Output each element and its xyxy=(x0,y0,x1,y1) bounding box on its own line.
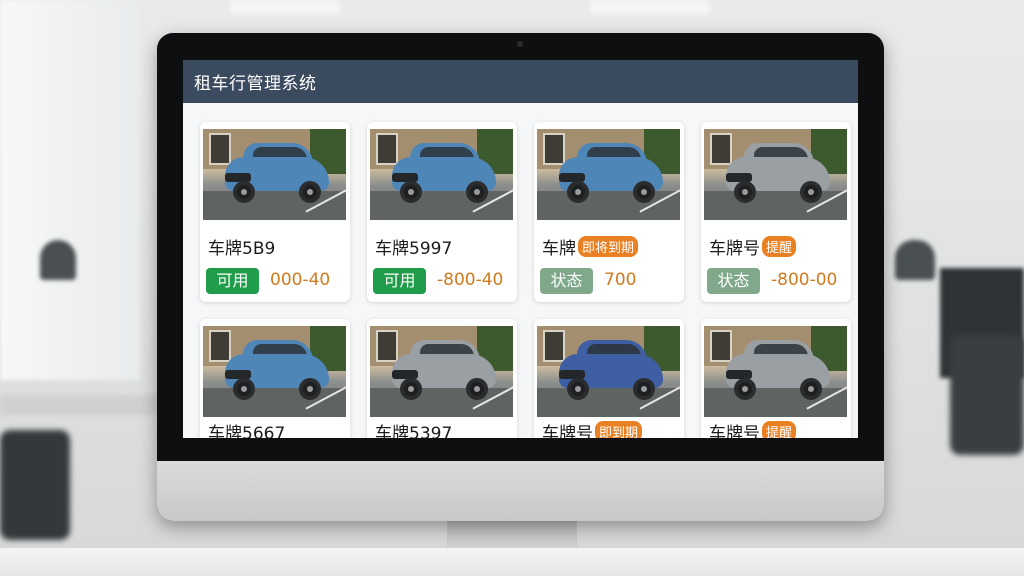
reminder-tag: 提醒 xyxy=(762,421,797,438)
status-badge: 状态 xyxy=(540,268,593,294)
car-card[interactable]: 车牌号 提醒 xyxy=(701,319,851,438)
ceiling-light xyxy=(230,0,340,14)
car-photo xyxy=(704,129,847,220)
table-surface xyxy=(0,548,1024,576)
car-photo xyxy=(537,129,680,220)
plate-number: 车牌5397 xyxy=(375,424,453,438)
car-photo xyxy=(704,326,847,417)
plate-number: 车牌5997 xyxy=(375,239,453,259)
car-grid: 车牌5B9 可用 000-40 车牌5997 可用 -800-40 车牌 即将到… xyxy=(183,103,858,438)
plate-number: 车牌 即将到期 xyxy=(542,234,639,259)
background-desk xyxy=(0,395,160,415)
webcam xyxy=(517,41,523,47)
price-text: 000-40 xyxy=(270,270,331,290)
car-card[interactable]: 车牌5997 可用 -800-40 xyxy=(367,122,517,302)
expiry-tag: 即到期 xyxy=(595,421,643,438)
price-text: -800-40 xyxy=(437,270,504,290)
car-card[interactable]: 车牌 即将到期 状态 700 xyxy=(534,122,684,302)
car-photo xyxy=(203,326,346,417)
car-card[interactable]: 车牌5B9 可用 000-40 xyxy=(200,122,350,302)
plate-number: 车牌5667 xyxy=(208,424,286,438)
car-card[interactable]: 车牌号 即到期 xyxy=(534,319,684,438)
monitor-chin xyxy=(157,461,884,521)
status-badge: 状态 xyxy=(707,268,760,294)
desk-lamp-left xyxy=(40,240,76,280)
reminder-tag: 提醒 xyxy=(762,236,797,257)
monitor: 租车行管理系统 车牌5B9 可用 000-40 车牌5997 可用 -800-4… xyxy=(157,33,884,521)
office-chair-right xyxy=(950,335,1024,455)
car-photo xyxy=(203,129,346,220)
plate-number: 车牌号 提醒 xyxy=(709,419,797,438)
app-header: 租车行管理系统 xyxy=(183,60,858,103)
status-badge: 可用 xyxy=(206,268,259,294)
desk-lamp-right xyxy=(895,240,935,280)
plate-number: 车牌号 提醒 xyxy=(709,234,797,259)
car-card[interactable]: 车牌5397 xyxy=(367,319,517,438)
office-chair-left xyxy=(0,430,70,540)
expiry-tag: 即将到期 xyxy=(578,236,639,257)
monitor-stand xyxy=(447,521,577,549)
background-window xyxy=(0,0,140,380)
car-card[interactable]: 车牌5667 xyxy=(200,319,350,438)
price-text: 700 xyxy=(604,270,637,290)
status-badge: 可用 xyxy=(373,268,426,294)
car-photo xyxy=(537,326,680,417)
car-card[interactable]: 车牌号 提醒 状态 -800-00 xyxy=(701,122,851,302)
plate-number: 车牌5B9 xyxy=(208,239,276,259)
price-text: -800-00 xyxy=(771,270,838,290)
ceiling-light xyxy=(590,0,710,14)
app-title: 租车行管理系统 xyxy=(194,74,317,94)
car-photo xyxy=(370,129,513,220)
car-photo xyxy=(370,326,513,417)
plate-number: 车牌号 即到期 xyxy=(542,419,643,438)
app-screen: 租车行管理系统 车牌5B9 可用 000-40 车牌5997 可用 -800-4… xyxy=(183,60,858,438)
